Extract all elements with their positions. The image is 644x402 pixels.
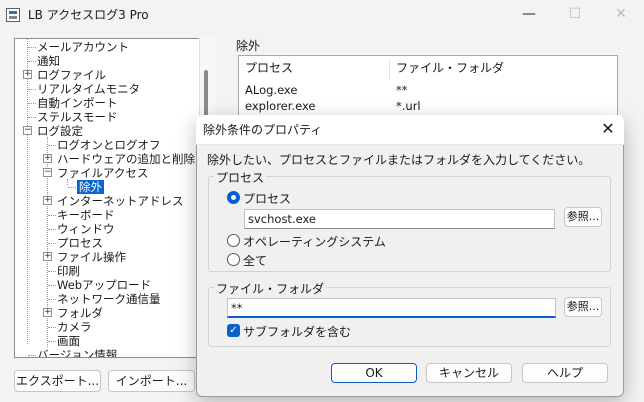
radio-all-label: 全て [243, 254, 268, 268]
include-subfolders-label: サブフォルダを含む [243, 325, 352, 339]
radio-all[interactable] [227, 253, 240, 266]
tree-item-14[interactable]: プロセス [57, 236, 103, 250]
tree-item-22[interactable]: バージョン情報 [37, 348, 117, 357]
dialog-close-button[interactable]: ✕ [598, 119, 618, 139]
tree-item-18[interactable]: ネットワーク通信量 [57, 292, 161, 306]
tree-item-12[interactable]: キーボード [57, 208, 115, 222]
tree-expander-11[interactable]: + [43, 196, 52, 205]
process-group-title: プロセス [214, 169, 267, 186]
column-header-path[interactable]: ファイル・フォルダ [396, 56, 504, 80]
tree-item-7[interactable]: ログオンとログオフ [57, 138, 161, 152]
row-0-path[interactable]: ** [396, 83, 408, 97]
export-button[interactable]: エクスポート... [14, 370, 101, 392]
tree-item-5[interactable]: ステルスモード [37, 110, 118, 124]
tree-item-9[interactable]: ファイルアクセス [57, 166, 148, 180]
tree-item-11[interactable]: インターネットアドレス [57, 194, 184, 208]
row-1-path[interactable]: *.url [396, 99, 421, 113]
row-1-process[interactable]: explorer.exe [245, 99, 316, 113]
process-browse-button[interactable]: 参照... [564, 207, 602, 227]
tree-item-17[interactable]: Webアップロード [57, 278, 151, 292]
tree-expander-19[interactable]: + [43, 308, 52, 317]
ok-button[interactable]: OK [331, 363, 417, 383]
tree-expander-6[interactable]: − [23, 126, 32, 135]
tree-item-13[interactable]: ウィンドウ [57, 222, 115, 236]
tree-expander-9[interactable]: − [43, 168, 52, 177]
minimize-button[interactable]: — [506, 0, 552, 30]
radio-os[interactable] [227, 234, 240, 247]
tree-item-4[interactable]: 自動インポート [37, 96, 118, 110]
tree-item-21[interactable]: 画面 [57, 334, 80, 348]
radio-process[interactable] [227, 191, 240, 204]
tree-item-16[interactable]: 印刷 [57, 264, 80, 278]
tree-item-6[interactable]: ログ設定 [37, 124, 83, 138]
help-button[interactable]: ヘルプ [522, 363, 608, 383]
file-folder-input[interactable]: ** [227, 298, 556, 318]
file-group-title: ファイル・フォルダ [214, 280, 327, 297]
exclusion-group-title: 除外 [236, 39, 261, 53]
include-subfolders-checkbox[interactable]: ✓ [227, 324, 240, 337]
radio-os-label: オペレーティングシステム [243, 235, 386, 249]
tree-item-0[interactable]: メールアカウント [37, 40, 129, 54]
dialog-title: 除外条件のプロパティ [203, 123, 323, 137]
tree-expander-8[interactable]: + [43, 154, 52, 163]
app-icon [6, 8, 20, 22]
tree-item-15[interactable]: ファイル操作 [57, 250, 126, 264]
column-header-process[interactable]: プロセス [245, 56, 293, 80]
tree-item-3[interactable]: リアルタイムモニタ [37, 82, 140, 96]
exclusion-list[interactable]: プロセス ファイル・フォルダ ALog.exe ** explorer.exe … [238, 55, 618, 119]
tree-expander-2[interactable]: + [23, 70, 32, 79]
tree-expander-15[interactable]: + [43, 252, 52, 261]
close-window-button[interactable]: ✕ [598, 0, 644, 30]
tree-item-10[interactable]: 除外 [77, 180, 104, 194]
row-0-process[interactable]: ALog.exe [245, 83, 297, 97]
settings-tree[interactable]: メールアカウント 通知 + ログファイル リアルタイムモニタ 自動インポート ステルスモード… [14, 38, 214, 358]
tree-item-2[interactable]: ログファイル [37, 68, 106, 82]
tree-item-1[interactable]: 通知 [37, 54, 60, 68]
tree-item-8[interactable]: ハードウェアの追加と削除 [57, 152, 195, 166]
window-title: LB アクセスログ3 Pro [28, 8, 149, 22]
import-button[interactable]: インポート... [108, 370, 195, 392]
maximize-button[interactable]: ☐ [552, 0, 598, 30]
tree-item-19[interactable]: フォルダ [57, 306, 103, 320]
process-input[interactable]: svchost.exe [244, 209, 555, 229]
cancel-button[interactable]: キャンセル [426, 363, 512, 383]
tree-item-20[interactable]: カメラ [57, 320, 92, 334]
radio-process-label: プロセス [243, 192, 292, 206]
dialog-instruction: 除外したい、プロセスとファイルまたはフォルダを入力してください。 [207, 153, 591, 167]
file-browse-button[interactable]: 参照... [564, 297, 602, 317]
